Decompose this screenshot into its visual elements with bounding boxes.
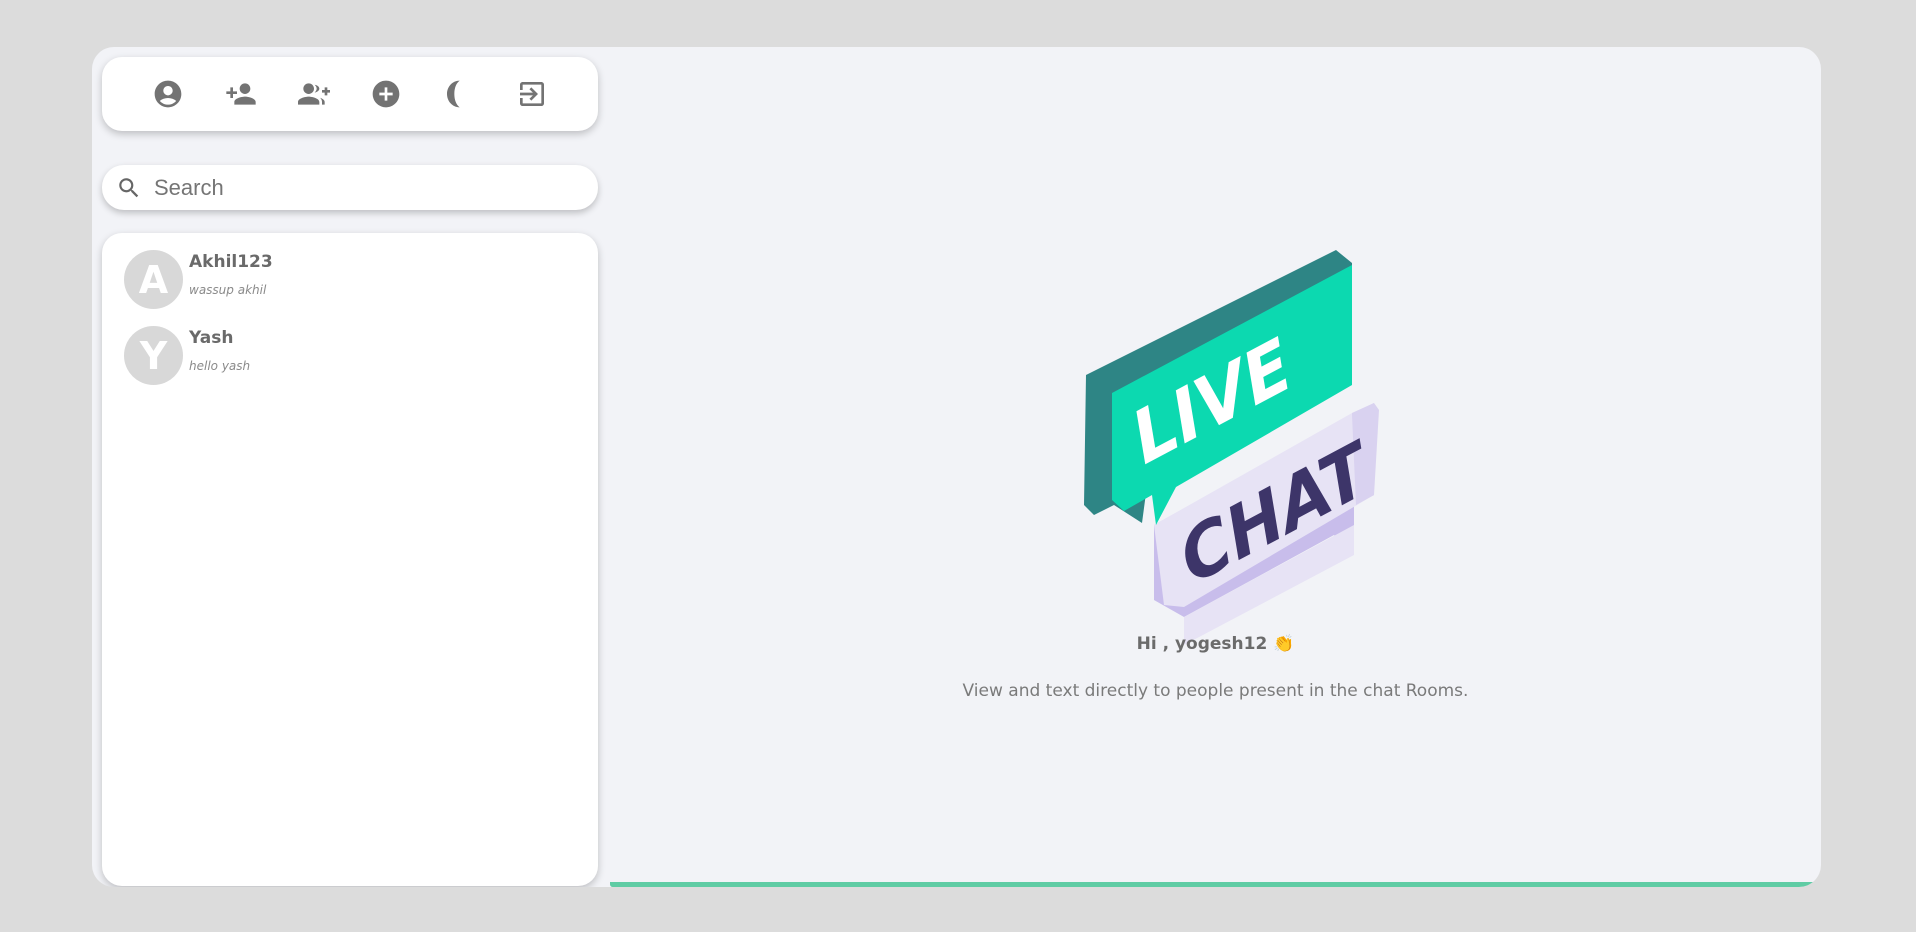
create-group-button[interactable] [291,71,337,117]
greeting-text: Hi , yogesh12 [1136,634,1268,654]
contact-last-message: hello yash [189,359,251,373]
avatar: Y [124,326,183,385]
dark-mode-button[interactable] [436,71,482,117]
accent-bar [610,882,1821,887]
logout-icon [519,82,544,106]
clapping-hands-icon: 👏 [1273,634,1295,654]
contact-text: Akhil123 wassup akhil [189,249,273,297]
add-circle-icon [372,80,400,108]
contact-text: Yash hello yash [189,325,250,373]
list-item[interactable]: A Akhil123 wassup akhil [102,249,598,325]
moon-icon [446,80,460,108]
search-input[interactable] [154,174,574,201]
greeting: Hi , yogesh12 👏 [610,634,1821,654]
contact-last-message: wassup akhil [189,283,267,297]
logout-button[interactable] [509,71,555,117]
group-add-icon [297,83,330,105]
avatar: A [124,250,183,309]
person-add-icon [226,83,256,105]
search-bar[interactable] [102,165,598,210]
contact-name: Akhil123 [189,252,273,272]
contact-list: A Akhil123 wassup akhil Y Yash hello yas… [102,233,598,886]
sidebar: A Akhil123 wassup akhil Y Yash hello yas… [102,57,598,886]
add-friend-button[interactable] [218,71,264,117]
new-chat-button[interactable] [363,71,409,117]
list-item[interactable]: Y Yash hello yash [102,325,598,401]
profile-button[interactable] [145,71,191,117]
welcome-subtitle: View and text directly to people present… [962,681,1469,701]
live-chat-illustration: LIVE CHAT [1084,250,1383,645]
welcome-panel: LIVE CHAT Hi , yogesh12 👏 View and text … [610,47,1821,887]
contact-name: Yash [189,328,234,348]
account-circle-icon [154,80,182,108]
toolbar [102,57,598,131]
search-icon [119,177,139,197]
app-window: A Akhil123 wassup akhil Y Yash hello yas… [92,47,1821,887]
